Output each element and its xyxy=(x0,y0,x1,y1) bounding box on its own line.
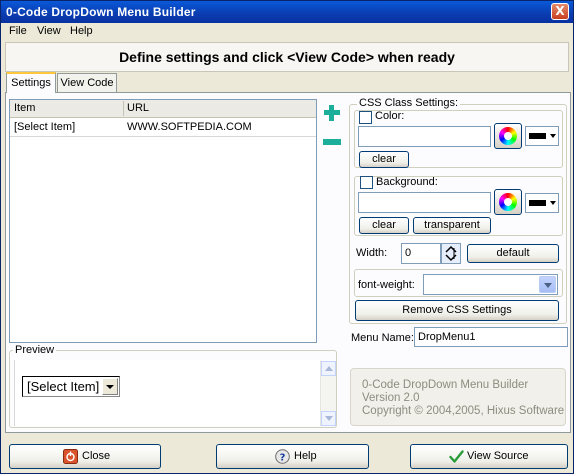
minus-icon[interactable] xyxy=(323,139,341,145)
scroll-down-icon[interactable] xyxy=(321,411,336,426)
column-header-url[interactable]: URL xyxy=(127,102,149,114)
color-wheel-icon xyxy=(499,193,517,211)
background-clear-button[interactable]: clear xyxy=(359,217,409,234)
preview-dropdown-value: [Select Item] xyxy=(27,379,100,394)
background-label: Background: xyxy=(376,176,438,188)
help-button[interactable]: ? Help xyxy=(216,444,369,469)
tab-view-code[interactable]: View Code xyxy=(57,73,117,93)
menu-name-field[interactable]: DropMenu1 xyxy=(414,327,568,347)
instruction-banner: Define settings and click <View Code> wh… xyxy=(5,42,569,72)
font-weight-select[interactable] xyxy=(423,274,558,295)
color-clear-button[interactable]: clear xyxy=(359,151,409,168)
column-header-item[interactable]: Item xyxy=(14,102,35,114)
color-checkbox[interactable] xyxy=(359,111,372,124)
view-source-button-label: View Source xyxy=(467,450,529,462)
about-version: Version 2.0 xyxy=(362,392,420,404)
css-settings-label: CSS Class Settings: xyxy=(357,97,461,109)
menu-view[interactable]: View xyxy=(37,25,61,37)
scroll-up-icon[interactable] xyxy=(321,361,336,376)
color-wheel-icon xyxy=(499,127,517,145)
about-app-name: 0-Code DropDown Menu Builder xyxy=(362,379,529,391)
font-weight-label: font-weight: xyxy=(358,279,415,291)
items-list-header: Item URL xyxy=(10,100,316,118)
help-icon: ? xyxy=(275,449,290,464)
color-picker-button[interactable] xyxy=(494,123,522,149)
tab-settings[interactable]: Settings xyxy=(6,72,56,93)
table-row[interactable]: [Select Item] WWW.SOFTPEDIA.COM xyxy=(10,119,316,137)
preview-dropdown[interactable]: [Select Item] xyxy=(22,376,120,397)
view-source-button[interactable]: View Source xyxy=(410,444,568,469)
about-copyright: Copyright © 2004,2005, Hixus Software xyxy=(362,405,565,417)
menu-help[interactable]: Help xyxy=(70,25,93,37)
close-button[interactable]: Close xyxy=(9,444,161,469)
background-field[interactable] xyxy=(358,192,491,213)
preview-label: Preview xyxy=(13,344,57,356)
row-url: WWW.SOFTPEDIA.COM xyxy=(127,121,252,133)
title-bar[interactable]: 0-Code DropDown Menu Builder X xyxy=(1,1,573,23)
plus-icon[interactable] xyxy=(323,104,341,122)
instruction-text: Define settings and click <View Code> wh… xyxy=(119,49,455,65)
color-swatch-dropdown[interactable] xyxy=(525,126,559,146)
items-list[interactable]: Item URL [Select Item] WWW.SOFTPEDIA.COM xyxy=(9,99,317,343)
chevron-down-icon[interactable] xyxy=(539,276,556,293)
menu-name-label: Menu Name: xyxy=(351,332,414,344)
color-label: Color: xyxy=(375,110,405,122)
about-box: 0-Code DropDown Menu Builder Version 2.0… xyxy=(350,368,566,426)
chevron-down-icon[interactable] xyxy=(102,378,118,395)
background-picker-button[interactable] xyxy=(494,189,522,215)
power-icon xyxy=(63,449,78,464)
preview-scrollbar[interactable] xyxy=(320,361,336,426)
width-field[interactable]: 0 xyxy=(401,243,441,264)
background-checkbox[interactable] xyxy=(360,176,373,189)
help-button-label: Help xyxy=(294,450,317,462)
background-swatch-dropdown[interactable] xyxy=(525,193,559,213)
chevron-down-icon xyxy=(550,134,556,138)
app-window: 0-Code DropDown Menu Builder X File View… xyxy=(0,0,574,474)
remove-css-button[interactable]: Remove CSS Settings xyxy=(355,300,559,321)
close-button-label: Close xyxy=(82,450,111,462)
column-divider[interactable] xyxy=(123,101,124,116)
menu-file[interactable]: File xyxy=(9,25,27,37)
chevron-down-icon xyxy=(550,201,556,205)
width-label: Width: xyxy=(356,247,388,259)
transparent-button[interactable]: transparent xyxy=(413,217,491,234)
spin-arrows-icon xyxy=(445,245,457,262)
width-spinner[interactable] xyxy=(441,243,461,264)
width-default-button[interactable]: default xyxy=(467,244,559,263)
menu-bar: File View Help xyxy=(1,23,573,41)
row-item: [Select Item] xyxy=(14,121,76,133)
window-title: 0-Code DropDown Menu Builder xyxy=(6,5,196,19)
window-close-button[interactable]: X xyxy=(551,3,569,20)
color-field[interactable] xyxy=(358,126,491,147)
checkmark-icon xyxy=(449,450,464,463)
svg-text:?: ? xyxy=(280,453,286,464)
color-swatch xyxy=(529,133,546,139)
background-swatch xyxy=(529,200,546,206)
